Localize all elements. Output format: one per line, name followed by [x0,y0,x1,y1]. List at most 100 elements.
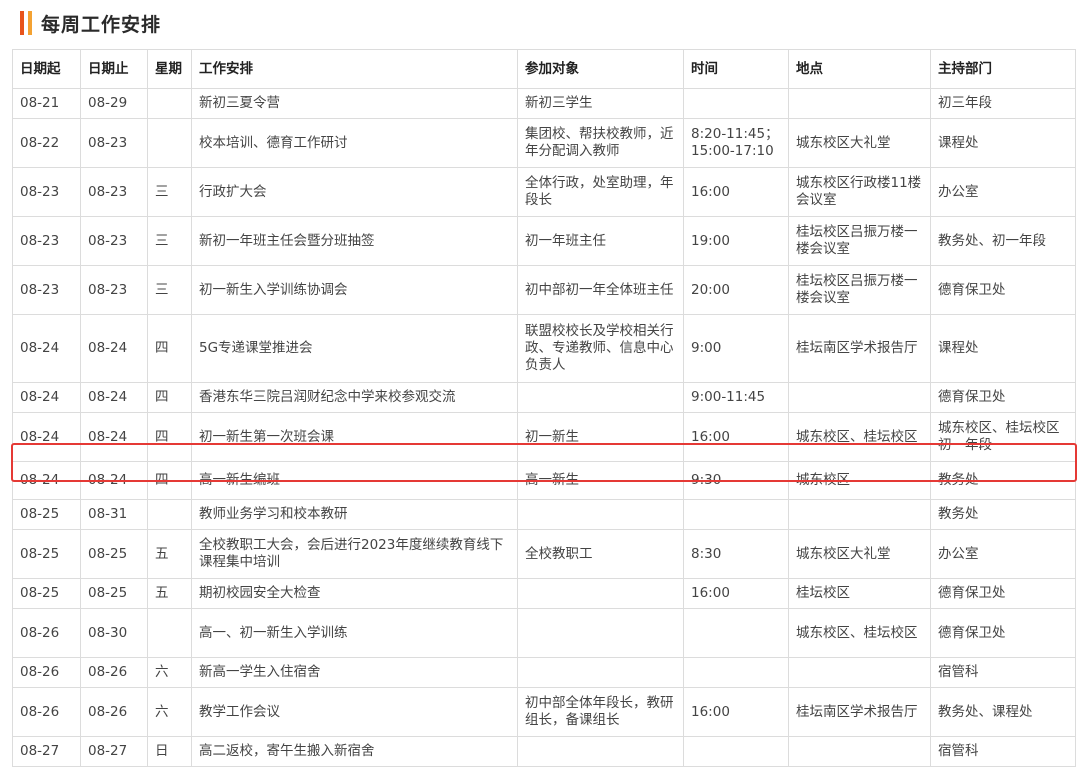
start-date-cell: 08-25 [12,578,81,609]
host-dept-cell: 城东校区、桂坛校区初一年段 [930,412,1076,462]
location-cell [788,657,931,688]
host-dept-cell: 德育保卫处 [930,608,1076,658]
participants-cell: 全校教职工 [517,529,684,579]
location-cell [788,499,931,530]
host-dept-cell: 教务处 [930,461,1076,500]
host-dept-cell: 教务处 [930,499,1076,530]
end-date-cell: 08-24 [80,382,148,413]
host-dept-cell: 宿管科 [930,736,1076,767]
location-cell: 城东校区行政楼11楼会议室 [788,167,931,217]
table-row: 08-24 08-24 四香港东华三院吕润财纪念中学来校参观交流 9:00-11:45… [12,382,1076,413]
time-cell: 16:00 [683,412,789,462]
table-row: 08-26 08-30 高一、初一新生入学训练 城东校区、桂坛校区 德育保卫处 [12,608,1076,658]
participants-cell: 高一新生 [517,461,684,500]
location-cell: 城东校区大礼堂 [788,118,931,168]
task-cell: 期初校园安全大检查 [191,578,518,609]
weekday-cell [147,499,192,530]
start-date-cell: 08-25 [12,499,81,530]
weekday-cell: 四 [147,461,192,500]
host-dept-cell: 课程处 [930,314,1076,383]
start-date-cell: 08-24 [12,461,81,500]
weekday-cell [147,118,192,168]
table-row: 08-24 08-24 四高一新生编班 高一新生 9:30 城东校区 教务处 [12,461,1076,500]
end-date-cell: 08-30 [80,608,148,658]
task-cell: 全校教职工大会，会后进行2023年度继续教育线下课程集中培训 [191,529,518,579]
task-cell: 初一新生入学训练协调会 [191,265,518,315]
end-date-cell: 08-23 [80,167,148,217]
end-date-cell: 08-24 [80,412,148,462]
participants-cell: 新初三学生 [517,88,684,119]
end-date-cell: 08-23 [80,118,148,168]
participants-cell: 初中部全体年段长，教研组长，备课组长 [517,687,684,737]
host-dept-cell: 办公室 [930,529,1076,579]
weekday-cell: 六 [147,687,192,737]
location-cell: 桂坛南区学术报告厅 [788,314,931,383]
end-date-cell: 08-25 [80,578,148,609]
start-date-cell: 08-26 [12,608,81,658]
task-cell: 新高一学生入住宿舍 [191,657,518,688]
end-date-cell: 08-25 [80,529,148,579]
task-cell: 教师业务学习和校本教研 [191,499,518,530]
start-date-cell: 08-23 [12,265,81,315]
host-dept-cell: 德育保卫处 [930,578,1076,609]
table-row: 08-26 08-26 六教学工作会议 初中部全体年段长，教研组长，备课组长 16:00… [12,687,1076,737]
table-row: 08-21 08-29 新初三夏令营 新初三学生 初三年段 [12,88,1076,119]
time-cell: 16:00 [683,167,789,217]
time-cell [683,657,789,688]
start-date-cell: 08-27 [12,736,81,767]
task-cell: 高一、初一新生入学训练 [191,608,518,658]
host-dept-cell: 德育保卫处 [930,265,1076,315]
participants-cell: 集团校、帮扶校教师，近年分配调入教师 [517,118,684,168]
location-cell [788,736,931,767]
location-cell: 桂坛校区吕振万楼一楼会议室 [788,265,931,315]
time-cell: 16:00 [683,578,789,609]
table-row: 08-23 08-23 三初一新生入学训练协调会 初中部初一年全体班主任 20:00 桂坛… [12,265,1076,315]
time-cell [683,608,789,658]
time-cell: 9:00 [683,314,789,383]
location-cell: 城东校区、桂坛校区 [788,608,931,658]
col-header-host-dept: 主持部门 [930,49,1076,89]
col-header-start-date: 日期起 [12,49,81,89]
weekday-cell: 五 [147,529,192,579]
end-date-cell: 08-29 [80,88,148,119]
col-header-weekday: 星期 [147,49,192,89]
table-row: 08-23 08-23 三新初一年班主任会暨分班抽签 初一年班主任 19:00 桂坛校区吕… [12,216,1076,266]
start-date-cell: 08-24 [12,412,81,462]
end-date-cell: 08-26 [80,657,148,688]
end-date-cell: 08-23 [80,265,148,315]
task-cell: 香港东华三院吕润财纪念中学来校参观交流 [191,382,518,413]
section-header: 每周工作安排 [20,10,161,36]
weekday-cell: 四 [147,314,192,383]
page-title: 每周工作安排 [41,13,162,36]
location-cell: 城东校区大礼堂 [788,529,931,579]
time-cell [683,88,789,119]
task-cell: 高一新生编班 [191,461,518,500]
host-dept-cell: 教务处、课程处 [930,687,1076,737]
table-row: 08-25 08-25 五期初校园安全大检查 16:00 桂坛校区 德育保卫处 [12,578,1076,609]
time-cell: 20:00 [683,265,789,315]
weekday-cell: 四 [147,382,192,413]
start-date-cell: 08-21 [12,88,81,119]
task-cell: 新初一年班主任会暨分班抽签 [191,216,518,266]
weekday-cell: 三 [147,265,192,315]
participants-cell [517,499,684,530]
location-cell [788,382,931,413]
participants-cell [517,657,684,688]
start-date-cell: 08-25 [12,529,81,579]
task-cell: 校本培训、德育工作研讨 [191,118,518,168]
start-date-cell: 08-26 [12,687,81,737]
col-header-location: 地点 [788,49,931,89]
task-cell: 行政扩大会 [191,167,518,217]
end-date-cell: 08-23 [80,216,148,266]
weekday-cell: 日 [147,736,192,767]
host-dept-cell: 课程处 [930,118,1076,168]
weekday-cell [147,608,192,658]
host-dept-cell: 宿管科 [930,657,1076,688]
task-cell: 高二返校，寄午生搬入新宿舍 [191,736,518,767]
host-dept-cell: 德育保卫处 [930,382,1076,413]
location-cell: 桂坛校区 [788,578,931,609]
col-header-task: 工作安排 [191,49,518,89]
start-date-cell: 08-24 [12,382,81,413]
task-cell: 新初三夏令营 [191,88,518,119]
start-date-cell: 08-24 [12,314,81,383]
